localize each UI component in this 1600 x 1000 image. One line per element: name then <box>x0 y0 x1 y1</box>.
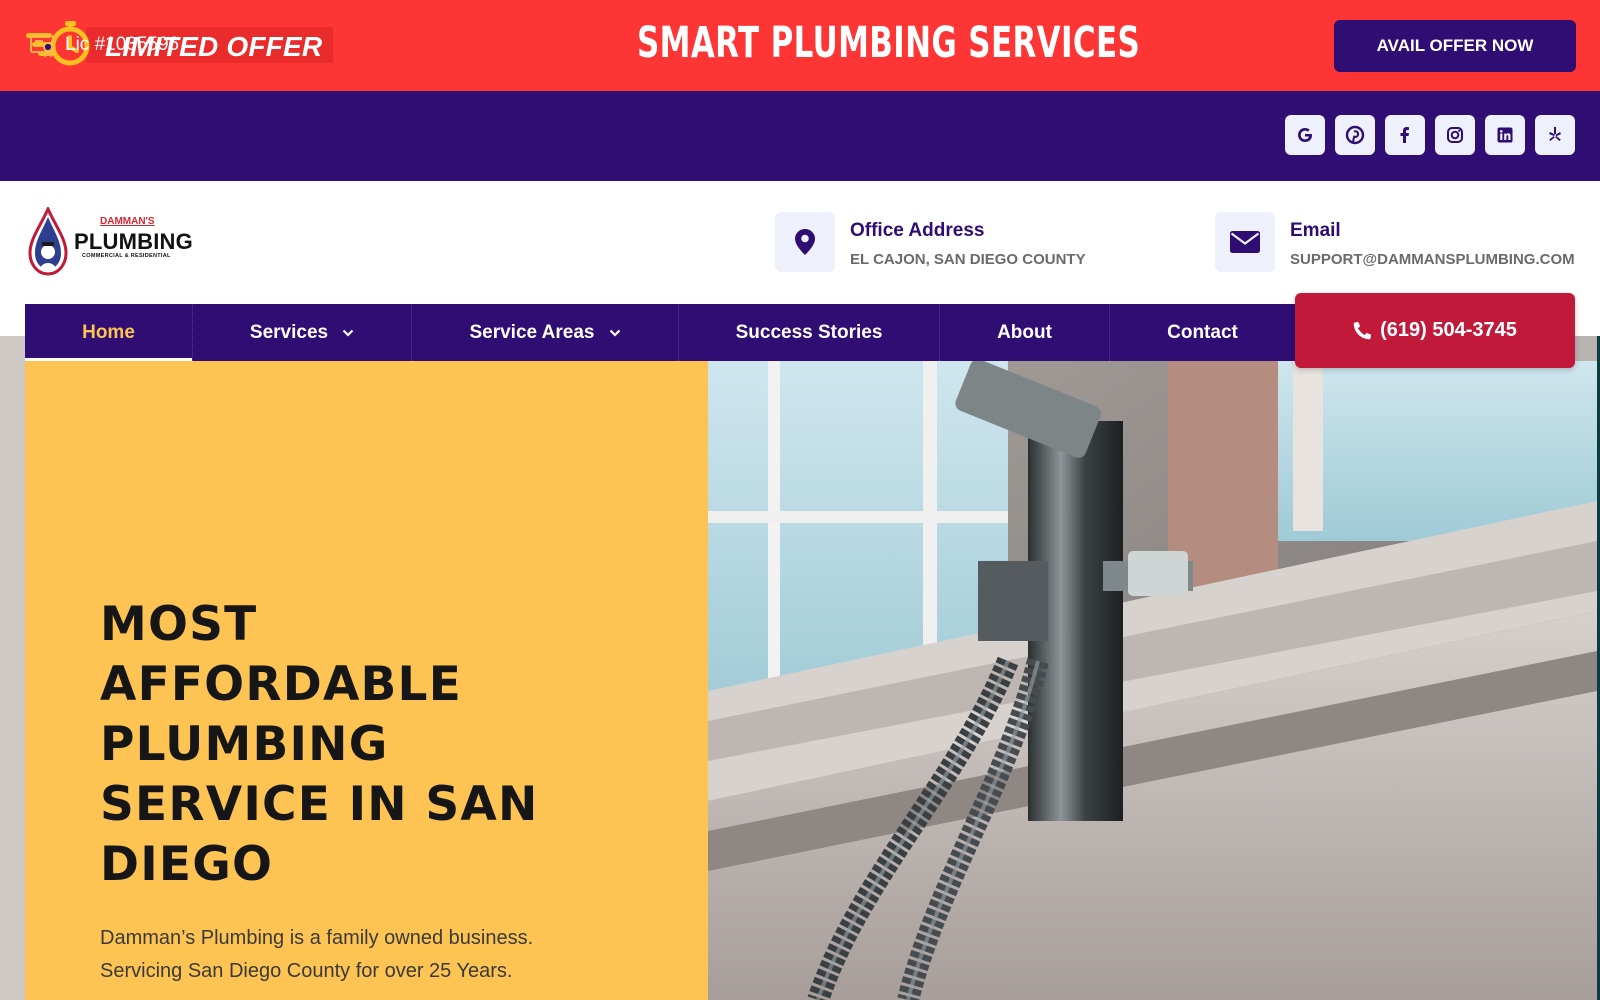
envelope-icon <box>1215 212 1275 272</box>
hero-title-line: DIEGO <box>100 837 274 892</box>
nav-about-label: About <box>997 321 1052 343</box>
facebook-icon[interactable] <box>1385 115 1425 155</box>
phone-number: (619) 504-3745 <box>1380 319 1517 341</box>
logo-main-text: PLUMBING <box>74 229 193 254</box>
email-title: Email <box>1290 220 1341 241</box>
company-logo[interactable]: DAMMAN'S PLUMBING COMMERCIAL & RESIDENTI… <box>26 207 196 279</box>
nav-active-indicator <box>25 358 192 361</box>
nav-home-label: Home <box>82 321 135 343</box>
hero-title-line: PLUMBING <box>100 717 389 772</box>
nav-services[interactable]: Services <box>193 304 411 361</box>
call-button[interactable]: (619) 504-3745 <box>1295 293 1575 368</box>
hero-description-line: Servicing San Diego County for over 25 Y… <box>100 960 513 982</box>
hero-title-line: AFFORDABLE <box>100 657 462 712</box>
nav-home[interactable]: Home <box>25 304 192 361</box>
office-address-value: EL CAJON, SAN DIEGO COUNTY <box>850 251 1086 268</box>
faucet-photo <box>708 361 1597 1000</box>
hero-description-line: Damman’s Plumbing is a family owned busi… <box>100 927 534 949</box>
hero-title-line: SERVICE IN SAN <box>100 777 539 832</box>
yelp-icon[interactable] <box>1535 115 1575 155</box>
logo-top-text: DAMMAN'S <box>100 216 155 227</box>
nav-service-areas[interactable]: Service Areas <box>412 304 678 361</box>
phone-icon <box>1353 321 1372 340</box>
map-pin-icon <box>775 212 835 272</box>
hero-title-line: MOST <box>100 597 258 652</box>
pinterest-icon[interactable] <box>1335 115 1375 155</box>
nav-about[interactable]: About <box>940 304 1109 361</box>
logo-sub-text: COMMERCIAL & RESIDENTIAL <box>82 253 171 259</box>
license-number: Lic #1035596 <box>65 34 180 55</box>
linkedin-icon[interactable] <box>1485 115 1525 155</box>
google-icon[interactable] <box>1285 115 1325 155</box>
nav-contact-label: Contact <box>1167 321 1238 343</box>
certificate-icon <box>30 35 54 58</box>
hero-title: MOST AFFORDABLE PLUMBING SERVICE IN SAN … <box>100 595 660 895</box>
drop-mascot-icon <box>28 207 68 276</box>
instagram-icon[interactable] <box>1435 115 1475 155</box>
chevron-down-icon <box>342 329 354 337</box>
promo-title: SMART PLUMBING SERVICES <box>637 18 1141 68</box>
chevron-down-icon <box>609 329 620 337</box>
nav-service-areas-label: Service Areas <box>469 321 595 343</box>
nav-success-stories-label: Success Stories <box>735 321 883 343</box>
hero-description: Damman’s Plumbing is a family owned busi… <box>100 922 620 988</box>
nav-success-stories[interactable]: Success Stories <box>679 304 939 361</box>
email-value[interactable]: SUPPORT@DAMMANSPLUMBING.COM <box>1290 251 1575 268</box>
avail-offer-button[interactable]: AVAIL OFFER NOW <box>1334 20 1576 72</box>
office-address-title: Office Address <box>850 220 985 241</box>
nav-services-label: Services <box>249 321 329 343</box>
nav-contact[interactable]: Contact <box>1110 304 1295 361</box>
